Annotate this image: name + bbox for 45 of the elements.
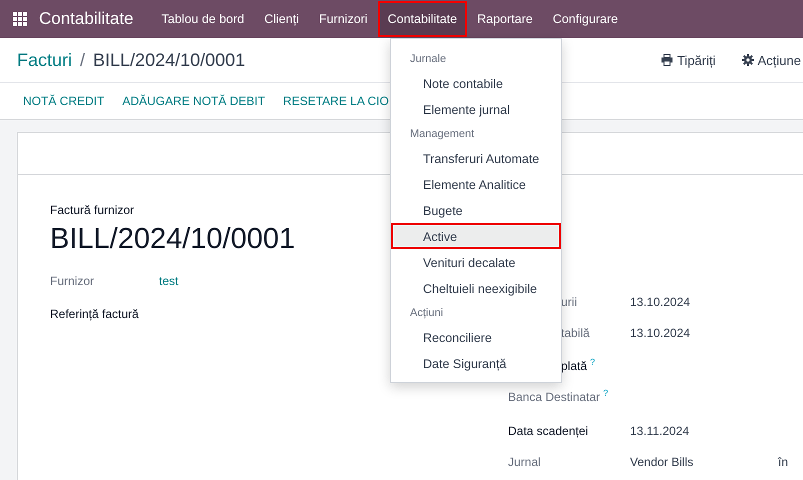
nav-menu-item[interactable]: Clienți [254,1,309,37]
field-label: Data scadenței [508,424,588,438]
field-label: Banca Destinatar [508,390,600,404]
nav-menu-item[interactable]: Contabilitate [378,1,468,37]
field-value: 13.10.2024 [630,295,692,309]
menu-item[interactable]: Cheltuieli neexigibile [391,275,561,301]
field-value: în [778,455,788,469]
field-value: Vendor Bills [630,455,694,469]
breadcrumb-link[interactable]: Facturi [17,50,72,70]
menu-section-header: Acțiuni [409,306,444,321]
action-button[interactable]: ADĂUGARE NOTĂ DEBIT [113,94,274,108]
form-title: BILL/2024/10/0001 [50,223,296,256]
menu-item[interactable]: Bugete [391,197,561,223]
breadcrumb-current: BILL/2024/10/0001 [93,50,246,70]
printer-icon [661,54,674,66]
nav-menu-item[interactable]: Configurare [542,1,628,37]
field-label: plată [561,359,588,373]
gear-icon [742,54,754,66]
field-value: 13.11.2024 [630,424,690,438]
nav-menu-item[interactable]: Tablou de bord [152,1,254,37]
field-value: 13.10.2024 [630,326,692,340]
menu-item[interactable]: Elemente Analitice [391,171,561,197]
menu-item[interactable]: Note contabile [391,70,561,96]
gear-action-button[interactable]: Acțiune [736,52,803,68]
menu-item[interactable]: Active [391,223,561,249]
field-label: Jurnal [508,455,541,469]
field-label: urii [561,295,578,309]
menu-section-header: Management [409,127,476,142]
field-label: tabilă [561,326,590,340]
field-link[interactable]: test [159,274,178,288]
apps-menu-icon[interactable] [13,12,27,26]
app-title: Contabilitate [39,9,134,29]
action-button[interactable]: NOTĂ CREDIT [14,94,114,108]
breadcrumb-separator: / [80,50,86,70]
menu-item[interactable]: Date Siguranță [391,350,561,376]
field-label: Referință factură [50,307,140,321]
menu-section-header: Jurnale [409,52,448,67]
nav-menu-item[interactable]: Furnizori [308,1,378,37]
print-action-button[interactable]: Tipăriți [655,52,722,68]
menu-item[interactable]: Transferuri Automate [391,145,561,171]
menu-item[interactable]: Venituri decalate [391,249,561,275]
menu-item[interactable]: Reconciliere [391,324,561,350]
field-label: Furnizor [50,274,96,288]
form-subtitle: Factură furnizor [50,203,134,217]
nav-menu-item[interactable]: Raportare [467,1,543,37]
